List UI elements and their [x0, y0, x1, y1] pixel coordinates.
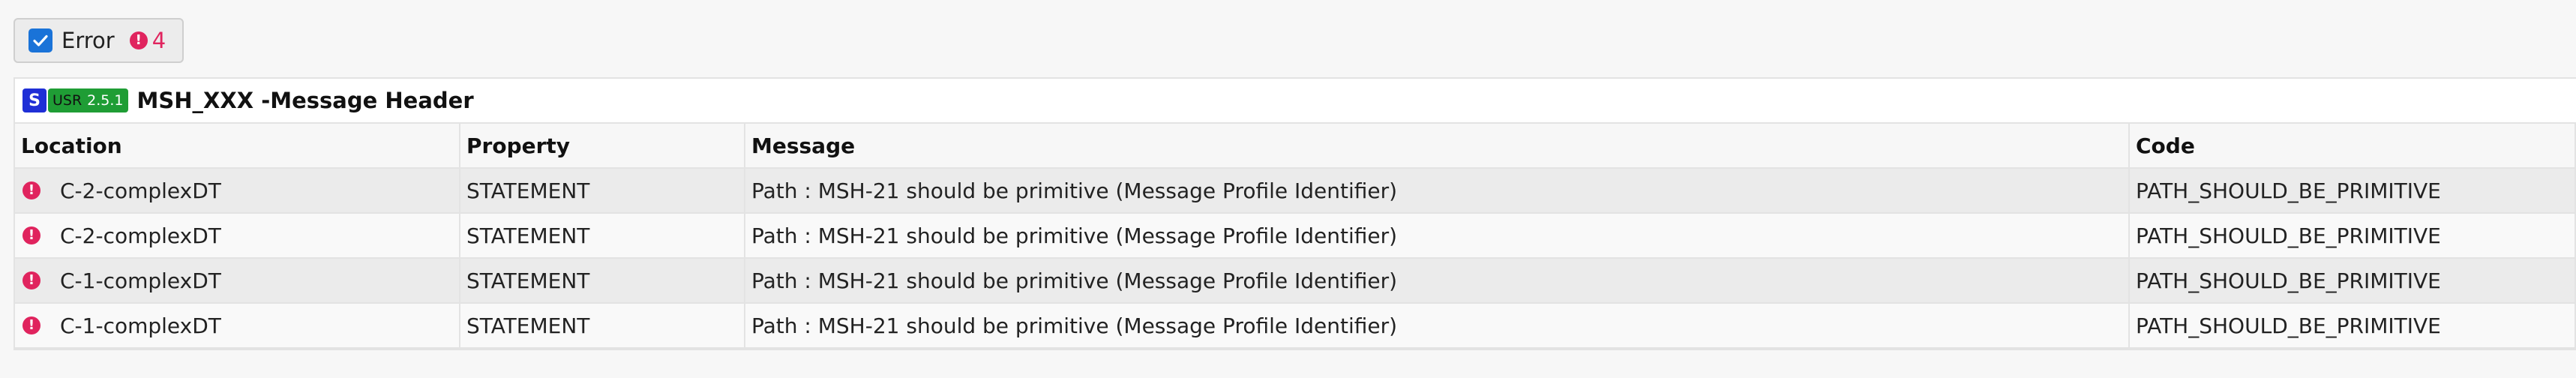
table-header-row: Location Property Message Code [15, 124, 2576, 169]
code-cell: PATH_SHOULD_BE_PRIMITIVE [2129, 258, 2576, 304]
code-cell: PATH_SHOULD_BE_PRIMITIVE [2129, 213, 2576, 259]
table-row[interactable]: ! C-1-complexDT STATEMENT Path : MSH-21 … [15, 258, 2576, 304]
property-cell: STATEMENT [460, 303, 745, 349]
message-cell: Path : MSH-21 should be primitive (Messa… [745, 213, 2130, 259]
location-cell: ! C-2-complexDT [15, 213, 460, 259]
property-cell: STATEMENT [460, 168, 745, 214]
location-value: C-1-complexDT [60, 268, 221, 293]
exclamation-circle-icon: ! [129, 32, 148, 50]
message-cell: Path : MSH-21 should be primitive (Messa… [745, 303, 2130, 349]
error-filter-label: Error [61, 28, 115, 53]
table-row[interactable]: ! C-1-complexDT STATEMENT Path : MSH-21 … [15, 303, 2576, 349]
column-header-property[interactable]: Property [460, 124, 745, 169]
column-header-location[interactable]: Location [15, 124, 460, 169]
column-header-code[interactable]: Code [2129, 124, 2576, 169]
location-cell: ! C-1-complexDT [15, 258, 460, 304]
exclamation-circle-icon: ! [22, 316, 40, 334]
location-value: C-1-complexDT [60, 313, 221, 338]
error-count: 4 [151, 28, 166, 53]
location-cell: ! C-2-complexDT [15, 168, 460, 214]
table-row[interactable]: ! C-2-complexDT STATEMENT Path : MSH-21 … [15, 213, 2576, 259]
usr-version-badge: USR 2.5.1 [48, 88, 128, 112]
location-cell: ! C-1-complexDT [15, 303, 460, 349]
location-value: C-2-complexDT [60, 178, 221, 203]
column-header-message[interactable]: Message [745, 124, 2130, 169]
panel-title: MSH_XXX -Message Header [136, 88, 474, 113]
issues-panel: S USR 2.5.1 MSH_XXX -Message Header Loca… [13, 77, 2576, 350]
exclamation-circle-icon: ! [22, 272, 40, 290]
exclamation-circle-icon: ! [22, 182, 40, 200]
location-value: C-2-complexDT [60, 223, 221, 248]
segment-badge: S [22, 88, 46, 112]
issues-table: Location Property Message Code ! C-2-com… [15, 124, 2576, 349]
checkmark-icon [33, 34, 48, 46]
message-cell: Path : MSH-21 should be primitive (Messa… [745, 168, 2130, 214]
property-cell: STATEMENT [460, 258, 745, 304]
usr-badge-version: 2.5.1 [87, 92, 124, 109]
code-cell: PATH_SHOULD_BE_PRIMITIVE [2129, 303, 2576, 349]
error-filter-checkbox[interactable] [28, 28, 52, 52]
table-row[interactable]: ! C-2-complexDT STATEMENT Path : MSH-21 … [15, 168, 2576, 214]
error-filter-toggle[interactable]: Error ! 4 [13, 18, 184, 63]
exclamation-circle-icon: ! [22, 226, 40, 244]
property-cell: STATEMENT [460, 213, 745, 259]
page: Error ! 4 S USR 2.5.1 MSH_XXX -Message H… [0, 0, 2576, 378]
code-cell: PATH_SHOULD_BE_PRIMITIVE [2129, 168, 2576, 214]
message-cell: Path : MSH-21 should be primitive (Messa… [745, 258, 2130, 304]
panel-header: S USR 2.5.1 MSH_XXX -Message Header [15, 79, 2576, 124]
filter-bar: Error ! 4 [13, 18, 184, 63]
usr-badge-label: USR [52, 92, 82, 109]
